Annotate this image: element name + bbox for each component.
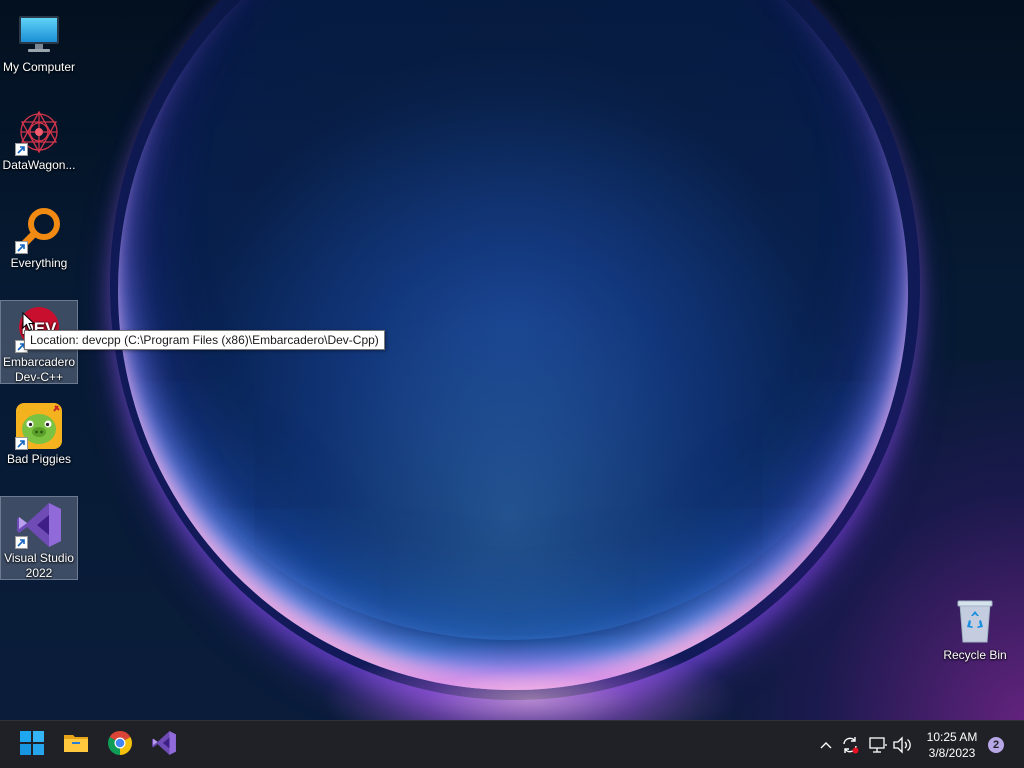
- magnifier-icon: [15, 206, 63, 254]
- datawagon-icon: [15, 108, 63, 156]
- network-icon[interactable]: [868, 735, 888, 755]
- desktop-icon-label: My Computer: [2, 60, 76, 74]
- clock[interactable]: 10:25 AM 3/8/2023: [920, 729, 984, 761]
- desktop-icon-bad-piggies[interactable]: Bad Piggies: [0, 398, 78, 470]
- windows-logo-icon: [20, 730, 44, 760]
- wallpaper-glow: [704, 360, 1024, 720]
- start-button[interactable]: [12, 725, 52, 765]
- desktop-icon-label: Embarcadero Dev-C++: [2, 355, 76, 384]
- desktop[interactable]: My Computer DataWagon... Everything DEV …: [0, 0, 1024, 720]
- location-tooltip: Location: devcpp (C:\Program Files (x86)…: [24, 330, 385, 350]
- shortcut-arrow-icon: [15, 143, 28, 156]
- bad-piggies-icon: [15, 402, 63, 450]
- desktop-icon-datawagon[interactable]: DataWagon...: [0, 104, 78, 176]
- shortcut-arrow-icon: [15, 437, 28, 450]
- desktop-icon-label: Visual Studio 2022: [4, 551, 74, 580]
- visual-studio-button[interactable]: [144, 725, 184, 765]
- chrome-icon: [108, 730, 132, 760]
- shortcut-arrow-icon: [15, 241, 28, 254]
- desktop-icon-everything[interactable]: Everything: [0, 202, 78, 274]
- notification-badge[interactable]: 2: [988, 737, 1004, 753]
- folder-icon: [63, 732, 89, 759]
- desktop-icon-my-computer[interactable]: My Computer: [0, 6, 78, 78]
- shortcut-arrow-icon: [15, 536, 28, 549]
- recycle-bin-icon: [951, 598, 999, 646]
- desktop-icon-label: DataWagon...: [2, 158, 76, 172]
- visual-studio-icon: [15, 501, 63, 549]
- volume-icon[interactable]: [892, 735, 912, 755]
- chevron-up-icon[interactable]: [816, 735, 836, 755]
- file-explorer-button[interactable]: [56, 725, 96, 765]
- desktop-icon-label: Recycle Bin: [943, 648, 1007, 662]
- mouse-cursor-icon: [22, 311, 36, 337]
- chrome-button[interactable]: [100, 725, 140, 765]
- monitor-icon: [15, 10, 63, 58]
- desktop-icon-label: Everything: [10, 256, 68, 270]
- clock-date: 3/8/2023: [928, 746, 976, 760]
- desktop-icon-recycle-bin[interactable]: Recycle Bin: [936, 594, 1014, 666]
- desktop-icon-visual-studio-2022[interactable]: Visual Studio 2022: [0, 496, 78, 580]
- wallpaper-glow-bottom: [320, 640, 740, 720]
- taskbar: 10:25 AM 3/8/2023 2: [0, 720, 1024, 768]
- desktop-icon-label: Bad Piggies: [6, 452, 72, 466]
- visual-studio-icon: [151, 730, 177, 761]
- clock-time: 10:25 AM: [926, 730, 978, 744]
- sync-icon[interactable]: [840, 735, 860, 755]
